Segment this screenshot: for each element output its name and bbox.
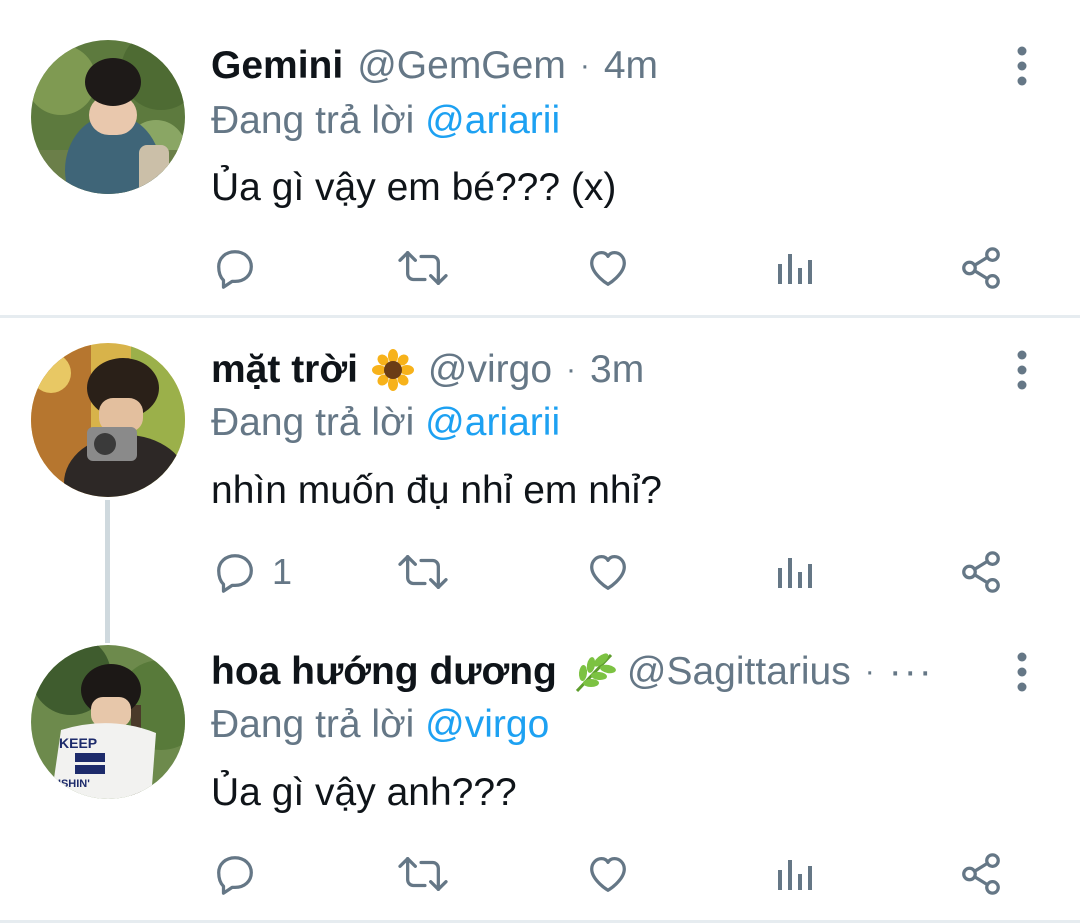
- reply-count: 1: [272, 551, 293, 592]
- user-handle[interactable]: @Sagittarius: [627, 648, 851, 696]
- tweet-text: Ủa gì vậy anh???: [211, 771, 517, 814]
- tweet-text: nhìn muốn đụ nhỉ em nhỉ?: [211, 469, 662, 512]
- avatar[interactable]: [31, 40, 185, 194]
- separator-dot: ·: [864, 655, 875, 688]
- retweet-icon: [398, 857, 448, 891]
- analytics-button[interactable]: [774, 240, 814, 296]
- analytics-button[interactable]: [774, 544, 814, 600]
- tweet[interactable]: KEEP USHIN' hoa hướng dương @Sagittarius…: [0, 620, 1080, 923]
- tweet-text: Ủa gì vậy em bé??? (x): [211, 166, 617, 209]
- like-button[interactable]: [584, 240, 632, 296]
- display-name[interactable]: mặt trời: [211, 346, 358, 394]
- display-name[interactable]: hoa hướng dương: [211, 648, 557, 696]
- display-name[interactable]: Gemini: [211, 42, 343, 90]
- timestamp[interactable]: 4m: [604, 42, 658, 90]
- replying-label: Đang trả lời: [211, 99, 426, 142]
- share-button[interactable]: [958, 544, 1004, 600]
- replying-to: Đang trả lời @virgo: [211, 702, 549, 748]
- replying-to: Đang trả lời @ariarii: [211, 98, 560, 144]
- bar-chart-icon: [778, 558, 812, 588]
- like-button[interactable]: [584, 544, 632, 600]
- more-options-icon[interactable]: [1016, 46, 1028, 86]
- retweet-button[interactable]: [396, 846, 450, 902]
- user-handle[interactable]: @virgo: [428, 346, 552, 394]
- timestamp[interactable]: 3m: [590, 346, 644, 394]
- heart-icon: [590, 251, 626, 286]
- user-handle[interactable]: @GemGem: [357, 42, 566, 90]
- action-bar: [0, 846, 1080, 902]
- tweet[interactable]: mặt trời @virgo · 3m Đang trả lời @ariar…: [0, 318, 1080, 620]
- separator-dot: ·: [579, 49, 590, 82]
- sunflower-icon: [371, 349, 414, 391]
- more-options-icon[interactable]: [1016, 652, 1028, 692]
- heart-icon: [590, 555, 626, 590]
- avatar[interactable]: KEEP USHIN': [31, 645, 185, 799]
- mention-link[interactable]: @ariarii: [425, 401, 560, 444]
- reply-button[interactable]: [212, 240, 272, 296]
- share-button[interactable]: [958, 240, 1004, 296]
- avatar[interactable]: [31, 343, 185, 497]
- bar-chart-icon: [778, 254, 812, 284]
- retweet-button[interactable]: [396, 544, 450, 600]
- action-bar: 1: [0, 544, 1080, 600]
- reply-button[interactable]: 1: [212, 544, 292, 600]
- like-button[interactable]: [584, 846, 632, 902]
- tweet-header: Gemini @GemGem · 4m: [211, 42, 658, 90]
- share-icon: [962, 853, 1000, 895]
- svg-text:KEEP: KEEP: [59, 735, 97, 751]
- replying-label: Đang trả lời: [211, 703, 426, 746]
- tweet-header: hoa hướng dương @Sagittarius · ···: [211, 648, 934, 696]
- share-icon: [962, 551, 1000, 593]
- truncated-timestamp: ···: [888, 650, 934, 693]
- mention-link[interactable]: @ariarii: [425, 99, 560, 142]
- share-button[interactable]: [958, 846, 1004, 902]
- action-bar: [0, 240, 1080, 296]
- herb-icon: [571, 651, 616, 693]
- reply-icon: [217, 856, 253, 895]
- separator-dot: ·: [566, 353, 577, 386]
- mention-link[interactable]: @virgo: [425, 703, 549, 746]
- replying-label: Đang trả lời: [211, 401, 426, 444]
- retweet-icon: [398, 555, 448, 589]
- svg-text:USHIN': USHIN': [53, 778, 90, 790]
- analytics-button[interactable]: [774, 846, 814, 902]
- reply-icon: [217, 554, 253, 593]
- bar-chart-icon: [778, 860, 812, 890]
- retweet-icon: [398, 251, 448, 285]
- tweet[interactable]: Gemini @GemGem · 4m Đang trả lời @ariari…: [0, 0, 1080, 316]
- reply-button[interactable]: [212, 846, 272, 902]
- tweet-feed: Gemini @GemGem · 4m Đang trả lời @ariari…: [0, 0, 1080, 923]
- retweet-button[interactable]: [396, 240, 450, 296]
- replying-to: Đang trả lời @ariarii: [211, 400, 560, 446]
- more-options-icon[interactable]: [1016, 350, 1028, 390]
- heart-icon: [590, 857, 626, 892]
- reply-icon: [217, 250, 253, 289]
- tweet-header: mặt trời @virgo · 3m: [211, 346, 644, 394]
- share-icon: [962, 247, 1000, 289]
